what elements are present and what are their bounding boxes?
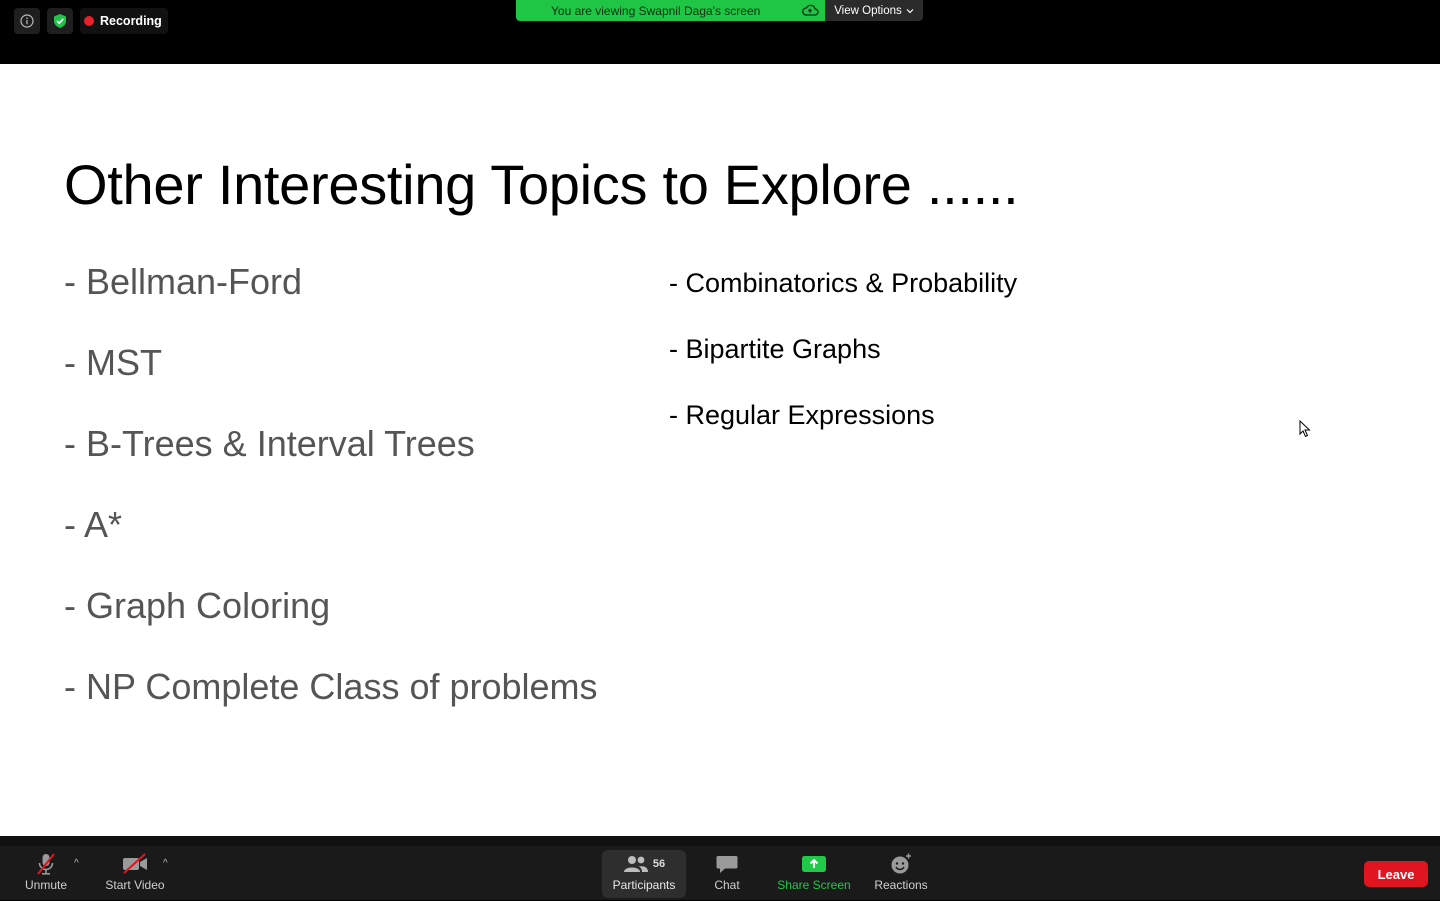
reactions-label: Reactions: [874, 878, 928, 892]
leave-label: Leave: [1377, 866, 1415, 882]
leave-meeting-button[interactable]: Leave: [1364, 861, 1428, 887]
recording-label: Recording: [100, 14, 162, 28]
topic-item: - MST: [64, 342, 162, 383]
video-camera-off-icon: [123, 853, 147, 874]
reactions-button[interactable]: Reactions: [870, 851, 932, 901]
share-screen-up-arrow-icon: [802, 856, 826, 872]
shield-check-icon: [54, 14, 66, 28]
topic-item: - Bellman-Ford: [64, 261, 303, 302]
chevron-down-icon: [906, 8, 914, 13]
recording-indicator[interactable]: Recording: [80, 8, 168, 34]
topic-item: - Regular Expressions: [669, 400, 935, 430]
meeting-toolbar: Unmute ^ Start Video ^ 56 Participants C…: [0, 836, 1440, 900]
unmute-label: Unmute: [24, 878, 68, 892]
slide-title: Other Interesting Topics to Explore ....…: [64, 153, 1019, 216]
meeting-top-bar: Recording You are viewing Swapnil Daga's…: [0, 0, 1440, 64]
topic-item: - NP Complete Class of problems: [64, 666, 598, 707]
share-screen-label: Share Screen: [777, 878, 851, 892]
screen-share-banner: You are viewing Swapnil Daga's screen: [516, 0, 825, 21]
view-options-label: View Options: [834, 4, 902, 17]
start-video-button[interactable]: Start Video: [100, 851, 170, 901]
start-video-label: Start Video: [105, 878, 165, 892]
unmute-button[interactable]: Unmute: [22, 851, 70, 901]
chat-label: Chat: [714, 878, 740, 892]
video-options-caret-icon[interactable]: ^: [163, 858, 168, 869]
topic-item: - B-Trees & Interval Trees: [64, 423, 475, 464]
share-screen-button[interactable]: Share Screen: [774, 851, 854, 901]
info-icon: [20, 14, 34, 28]
chat-button[interactable]: Chat: [706, 851, 748, 901]
recording-dot-icon: [84, 16, 94, 26]
share-banner-text: You are viewing Swapnil Daga's screen: [551, 3, 761, 18]
cloud-recording-icon: [802, 4, 819, 16]
mouse-cursor-icon: [1299, 420, 1311, 438]
view-options-button[interactable]: View Options: [825, 0, 923, 21]
audio-options-caret-icon[interactable]: ^: [74, 858, 79, 869]
chat-bubble-icon: [716, 856, 738, 873]
meeting-info-button[interactable]: [14, 8, 40, 34]
participants-button[interactable]: 56 Participants: [606, 851, 682, 901]
topic-item: - Bipartite Graphs: [669, 334, 881, 364]
microphone-muted-icon: [37, 853, 55, 875]
topic-item: - Combinatorics & Probability: [669, 268, 1018, 298]
smiley-reaction-icon: [891, 853, 911, 874]
participants-label: Participants: [612, 878, 676, 892]
shared-screen-slide: Other Interesting Topics to Explore ....…: [0, 64, 1440, 836]
security-button[interactable]: [47, 8, 73, 34]
participants-icon: [623, 856, 648, 872]
participants-count: 56: [652, 858, 666, 870]
topic-item: - Graph Coloring: [64, 585, 331, 626]
topic-item: - A*: [64, 504, 123, 545]
